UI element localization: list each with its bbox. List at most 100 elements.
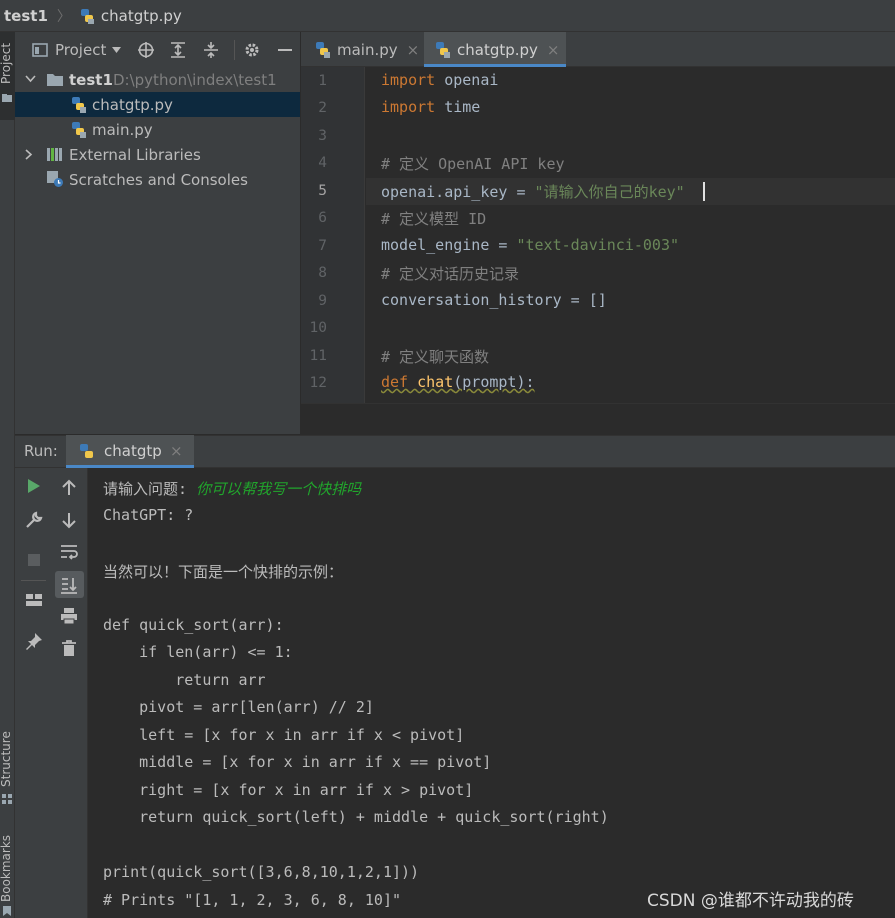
close-icon[interactable]: × — [170, 442, 183, 460]
code-line: conversation_history = [] — [381, 291, 607, 309]
code-line: # 定义 OpenAI API key — [381, 155, 565, 173]
tree-item-main-py[interactable]: main.py — [15, 117, 300, 142]
line-number: 12 — [309, 375, 327, 391]
editor-tab-bar: main.py × chatgtp.py × — [301, 32, 895, 67]
console-line: right = [x for x in arr if x > pivot] — [103, 781, 474, 799]
console-line: def quick_sort(arr): — [103, 616, 284, 634]
code-line: import openai — [381, 71, 499, 89]
code-line: # 定义对话历史记录 — [381, 265, 520, 283]
close-icon[interactable]: × — [547, 41, 560, 59]
tree-item-test1[interactable]: test1 D:\python\index\test1 — [15, 67, 300, 92]
rerun-icon[interactable] — [24, 476, 44, 496]
structure-icon — [2, 794, 12, 804]
code-line: model_engine = "text-davinci-003" — [381, 236, 680, 254]
locate-file-icon[interactable] — [137, 41, 155, 59]
tree-item-scratches-and-consoles[interactable]: Scratches and Consoles — [15, 167, 300, 192]
console-user-input: 你可以帮我写一个快排吗 — [196, 480, 362, 498]
print-icon[interactable] — [59, 606, 79, 626]
bookmark-icon — [3, 906, 11, 916]
project-panel-header: Project — [15, 32, 300, 67]
code-line: # 定义聊天函数 — [381, 348, 490, 366]
close-icon[interactable]: × — [407, 41, 420, 59]
console-line: print(quick_sort([3,6,8,10,1,2,1])) — [103, 863, 420, 881]
soft-wrap-icon[interactable] — [59, 542, 79, 562]
bookmarks-tool-window-tab[interactable]: Bookmarks — [0, 828, 15, 918]
structure-strip-label: Structure — [0, 731, 13, 787]
chevron-right-icon[interactable] — [25, 149, 33, 160]
navigation-bar: test1 〉 chatgtp.py — [0, 0, 895, 32]
folder-icon — [47, 74, 63, 86]
breadcrumb-file[interactable]: chatgtp.py — [79, 0, 182, 32]
wrench-icon[interactable] — [24, 510, 44, 530]
bookmarks-strip-label: Bookmarks — [0, 834, 13, 902]
code-lines: import openai import time # 定义 OpenAI AP… — [366, 67, 895, 403]
expand-all-icon[interactable] — [169, 41, 187, 59]
arrow-up-icon[interactable] — [59, 478, 79, 498]
run-toolbar-primary — [15, 468, 52, 918]
layout-icon[interactable] — [24, 590, 44, 610]
console-line: ChatGPT: ? — [103, 506, 194, 524]
code-line: # 定义模型 ID — [381, 210, 487, 228]
python-icon — [80, 444, 93, 458]
code-line: openai.api_key = "请输入你自己的key" — [381, 183, 685, 201]
line-number: 7 — [318, 238, 327, 254]
line-number: 9 — [318, 293, 327, 309]
run-config-tab[interactable]: chatgtp × — [66, 435, 194, 468]
arrow-down-icon[interactable] — [59, 510, 79, 530]
console-line: middle = [x for x in arr if x == pivot] — [103, 753, 492, 771]
console-line: return arr — [103, 671, 266, 689]
code-line: import time — [381, 98, 481, 116]
python-file-icon — [316, 42, 330, 58]
console-line: # Prints "[1, 1, 2, 3, 6, 8, 10]" — [103, 891, 402, 909]
console-line: left = [x for x in arr if x < pivot] — [103, 726, 465, 744]
run-console[interactable]: 请输入问题: 你可以帮我写一个快排吗 ChatGPT: ? 当然可以！下面是一个… — [88, 468, 895, 918]
structure-tool-window-tab[interactable]: Structure — [0, 727, 15, 807]
chevron-down-icon[interactable] — [25, 75, 36, 83]
trash-icon[interactable] — [59, 638, 79, 658]
console-line: pivot = arr[len(arr) // 2] — [103, 698, 374, 716]
run-toolbar-secondary — [52, 468, 88, 918]
stop-icon[interactable] — [24, 550, 44, 570]
editor-gutter: 1 2 3 4 5 6 7 8 9 10 11 12 — [301, 67, 378, 403]
console-line: return quick_sort(left) + middle + quick… — [103, 808, 609, 826]
python-file-icon — [436, 42, 450, 58]
collapse-all-icon[interactable] — [202, 41, 220, 59]
pin-icon[interactable] — [24, 631, 44, 651]
line-number: 10 — [309, 320, 327, 336]
gear-icon[interactable] — [243, 41, 261, 59]
text-caret — [703, 182, 705, 201]
folder-icon — [2, 94, 12, 102]
scratches-icon — [47, 171, 63, 187]
project-view-dropdown[interactable]: Project — [55, 41, 106, 59]
line-number: 8 — [318, 265, 327, 281]
line-number: 11 — [309, 348, 327, 364]
project-strip-label: Project — [0, 42, 13, 84]
line-number: 6 — [318, 210, 327, 226]
breadcrumb-separator: 〉 — [56, 8, 71, 25]
scroll-to-end-icon[interactable] — [59, 575, 79, 595]
code-line: def chat(prompt): — [381, 373, 535, 391]
editor-bottom-area — [301, 403, 895, 434]
line-number: 2 — [318, 100, 327, 116]
line-number: 5 — [318, 183, 327, 199]
line-number: 1 — [318, 73, 327, 89]
breadcrumb-project[interactable]: test1 — [0, 7, 48, 25]
library-icon — [47, 148, 62, 161]
console-line: 请输入问题: 你可以帮我写一个快排吗 — [103, 480, 362, 498]
console-line: 当然可以！下面是一个快排的示例： — [103, 563, 344, 581]
minimize-icon[interactable] — [276, 41, 294, 59]
watermark: CSDN @谁都不许动我的砖 — [647, 891, 854, 911]
python-file-icon — [72, 97, 86, 113]
line-number: 3 — [318, 128, 327, 144]
chevron-down-icon[interactable] — [112, 47, 121, 53]
tree-item-chatgtp-py[interactable]: chatgtp.py — [15, 92, 300, 117]
toolbar-divider — [21, 580, 46, 581]
tab-chatgtp-py[interactable]: chatgtp.py × — [424, 32, 566, 67]
project-tool-window-tab[interactable]: Project — [0, 32, 15, 120]
tree-item-external-libraries[interactable]: External Libraries — [15, 142, 300, 167]
console-line: if len(arr) <= 1: — [103, 643, 293, 661]
line-number: 4 — [318, 155, 327, 171]
python-file-icon — [72, 122, 86, 138]
tab-main-py[interactable]: main.py × — [301, 32, 423, 67]
project-window-icon — [32, 43, 48, 57]
